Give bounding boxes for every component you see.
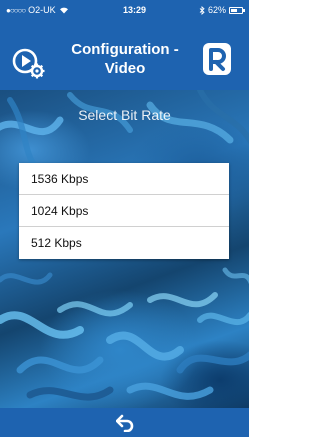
battery-percent: 62%: [207, 5, 226, 15]
app-screen: ●○○○○ O2-UK 13:29 62% Configuration - Vi…: [0, 0, 249, 437]
page-title-line2: Video: [104, 60, 146, 77]
page-title-line1: Configuration -: [71, 41, 179, 58]
carrier-label: O2-UK: [28, 5, 56, 15]
header-bar: Configuration - Video: [0, 20, 249, 90]
signal-strength-icon: ●○○○○: [6, 5, 26, 15]
section-title: Select Bit Rate: [78, 107, 171, 123]
wifi-icon: [59, 7, 68, 14]
bitrate-option-512[interactable]: 512 Kbps: [19, 227, 229, 259]
battery-icon: [229, 6, 245, 14]
back-button[interactable]: [113, 412, 137, 434]
clock: 13:29: [122, 5, 146, 15]
bluetooth-icon: [199, 5, 205, 15]
battery-level: [231, 8, 238, 12]
bitrate-option-list: 1536 Kbps 1024 Kbps 512 Kbps: [19, 163, 229, 259]
page-title: Configuration - Video: [60, 40, 190, 78]
footer-bar: [0, 408, 249, 437]
bitrate-option-1024[interactable]: 1024 Kbps: [19, 195, 229, 227]
video-settings-icon[interactable]: [12, 46, 46, 80]
status-bar: ●○○○○ O2-UK 13:29 62%: [0, 0, 249, 20]
status-right: 62%: [199, 5, 245, 15]
back-arrow-icon: [115, 414, 133, 432]
status-left: ●○○○○ O2-UK: [6, 5, 96, 15]
bitrate-option-1536[interactable]: 1536 Kbps: [19, 163, 229, 195]
logo-icon[interactable]: [202, 42, 232, 76]
content-area: Select Bit Rate 1536 Kbps 1024 Kbps 512 …: [0, 90, 249, 408]
